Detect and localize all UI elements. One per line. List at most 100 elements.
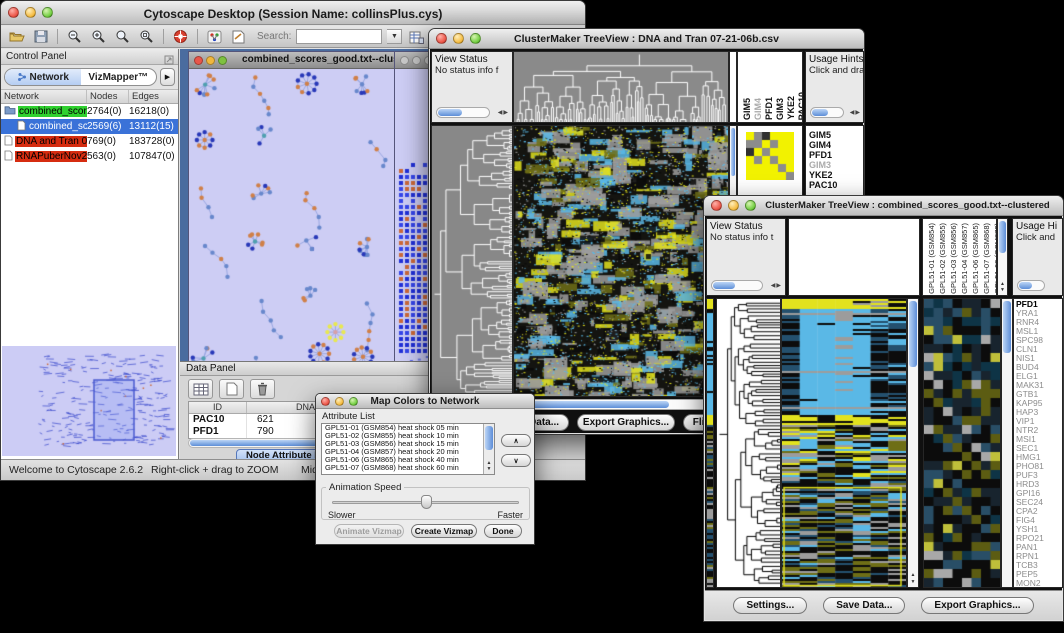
gene-dendrogram[interactable]: [717, 299, 780, 587]
status-hscrollbar[interactable]: [711, 280, 763, 291]
attribute-item[interactable]: GPL51-07 (GSM868) heat shock 60 min: [322, 464, 494, 472]
gene-labels-panel: PFD1YRA1RNR4MSL1SPC98CLN1NIS1BUD4ELG1MAK…: [1013, 298, 1063, 588]
column-label: GIM3: [775, 98, 785, 120]
zoomed-heatmap[interactable]: [746, 132, 794, 180]
similarity-heatmap[interactable]: [514, 126, 728, 396]
move-up-button[interactable]: ∧: [501, 434, 531, 447]
status-hscrollbar[interactable]: [436, 107, 490, 118]
column-label: GPL51-03 (GSM856): [949, 223, 958, 294]
heatmap-vscrollbar[interactable]: ▲▼: [907, 298, 919, 588]
float-panel-icon[interactable]: [164, 52, 174, 70]
tab-network[interactable]: Network: [5, 69, 81, 85]
row-label[interactable]: GIM5: [806, 130, 863, 140]
row-label[interactable]: GIM3: [806, 160, 863, 170]
minimize-button[interactable]: [412, 56, 421, 65]
attribute-list-label: Attribute List: [322, 411, 375, 422]
save-icon[interactable]: [31, 28, 50, 45]
global-overview-strip[interactable]: [707, 299, 713, 587]
zoom-button[interactable]: [218, 56, 227, 65]
treeview2-button-bar: Settings... Save Data... Export Graphics…: [705, 590, 1062, 620]
left-dendrogram[interactable]: [432, 126, 512, 396]
top-scroll-strip[interactable]: [729, 51, 737, 123]
row-label[interactable]: YKE2: [806, 170, 863, 180]
hints-hscrollbar[interactable]: [1017, 280, 1045, 291]
zoom-fit-icon[interactable]: [113, 28, 132, 45]
column-label: YKE2: [786, 96, 796, 120]
map-colors-dialog: Map Colors to Network Attribute List GPL…: [315, 393, 535, 545]
document-icon: [4, 135, 13, 149]
folder-icon: [4, 105, 16, 118]
close-button[interactable]: [194, 56, 203, 65]
row-label[interactable]: PFD1: [806, 150, 863, 160]
column-label: GPL51-01 (GSM854): [927, 223, 936, 294]
network-name: combined_scores: [18, 106, 87, 117]
help-icon[interactable]: [171, 28, 190, 45]
toolbar-separator: [163, 29, 164, 44]
column-label: PAC10: [797, 92, 803, 120]
hints-hscrollbar[interactable]: [810, 107, 844, 118]
row-label[interactable]: PAC10: [806, 180, 863, 190]
zoomed-expression-heatmap[interactable]: [924, 299, 1000, 587]
column-label: GPL51-06 (GSM865): [971, 223, 980, 294]
global-strip-panel: [706, 298, 714, 588]
genes-vscrollbar[interactable]: [1001, 298, 1013, 588]
tree-hscrollbar[interactable]: [517, 399, 729, 410]
status-welcome: Welcome to Cytoscape 2.6.2: [9, 464, 143, 476]
zoom-selected-icon[interactable]: [137, 28, 156, 45]
toolbar-separator: [197, 29, 198, 44]
expression-heatmap[interactable]: [782, 299, 906, 587]
save-data-button[interactable]: Save Data...: [823, 597, 905, 614]
network-tree-row[interactable]: combined_sco2569(6)13112(15): [1, 119, 178, 134]
zoom-out-icon[interactable]: [65, 28, 84, 45]
select-attributes-icon[interactable]: [188, 379, 213, 399]
desktop: Cytoscape Desktop (Session Name: collins…: [0, 0, 1064, 633]
network-tree-row[interactable]: combined_scores2764(0)16218(0): [1, 104, 178, 119]
top-dendrogram[interactable]: [514, 52, 728, 122]
new-attribute-icon[interactable]: [219, 379, 244, 399]
attribute-list-scrollbar[interactable]: ▲▼: [483, 424, 494, 474]
dialog-titlebar[interactable]: Map Colors to Network: [316, 394, 534, 409]
labels-vscrollbar[interactable]: ▲▼: [997, 218, 1008, 296]
search-input[interactable]: [296, 29, 382, 44]
status-hint-zoom: Right-click + drag to ZOOM: [151, 464, 279, 476]
attribute-browser-icon[interactable]: [407, 28, 426, 45]
dialog-title: Map Colors to Network: [316, 396, 534, 407]
settings-button[interactable]: Settings...: [733, 597, 807, 614]
create-vizmap-button[interactable]: Create Vizmap: [411, 524, 477, 538]
left-dendrogram-panel: [431, 125, 513, 397]
control-panel-tabs: Network VizMapper™ ▶: [1, 65, 178, 90]
usage-hints-panel: Usage Hints Click and drag tc ◀▶: [805, 51, 864, 123]
row-label[interactable]: GIM4: [806, 140, 863, 150]
column-label: GIM4: [753, 98, 763, 120]
more-tabs-button[interactable]: ▶: [160, 68, 175, 86]
speed-slider-thumb[interactable]: [421, 495, 432, 509]
cytoscape-titlebar[interactable]: Cytoscape Desktop (Session Name: collins…: [1, 1, 585, 25]
gene-label[interactable]: MON2: [1014, 579, 1062, 588]
heatmap-panel: [513, 125, 729, 397]
column-header-id[interactable]: ID: [189, 402, 247, 413]
column-label: GPL51-04 (GSM857): [960, 223, 969, 294]
treeview1-titlebar[interactable]: ClusterMaker TreeView : DNA and Tran 07-…: [429, 29, 864, 49]
treeview2-titlebar[interactable]: ClusterMaker TreeView : combined_scores_…: [704, 196, 1063, 216]
move-down-button[interactable]: ∨: [501, 454, 531, 467]
plugin-icon[interactable]: [205, 28, 224, 45]
animate-vizmap-button[interactable]: Animate Vizmap: [334, 524, 404, 538]
export-graphics-button[interactable]: Export Graphics...: [921, 597, 1033, 614]
close-button[interactable]: [400, 56, 409, 65]
tab-vizmapper[interactable]: VizMapper™: [81, 69, 157, 85]
delete-attribute-icon[interactable]: [250, 379, 275, 399]
birds-eye-view[interactable]: [2, 346, 176, 456]
slower-label: Slower: [328, 510, 356, 520]
annotation-icon[interactable]: [229, 28, 248, 45]
minimize-button[interactable]: [206, 56, 215, 65]
done-button[interactable]: Done: [484, 524, 522, 538]
network-tree-row[interactable]: RNAPuberNov2+!563(0)107847(0): [1, 149, 178, 164]
faster-label: Faster: [497, 510, 523, 520]
document-icon: [4, 150, 13, 164]
zoom-in-icon[interactable]: [89, 28, 108, 45]
open-icon[interactable]: [7, 28, 26, 45]
export-graphics-button[interactable]: Export Graphics...: [577, 414, 675, 431]
network-tree-row[interactable]: DNA and Tran 07769(0)183728(0): [1, 134, 178, 149]
top-dendrogram-panel[interactable]: [788, 218, 920, 296]
search-dropdown-button[interactable]: ▼: [387, 29, 402, 44]
